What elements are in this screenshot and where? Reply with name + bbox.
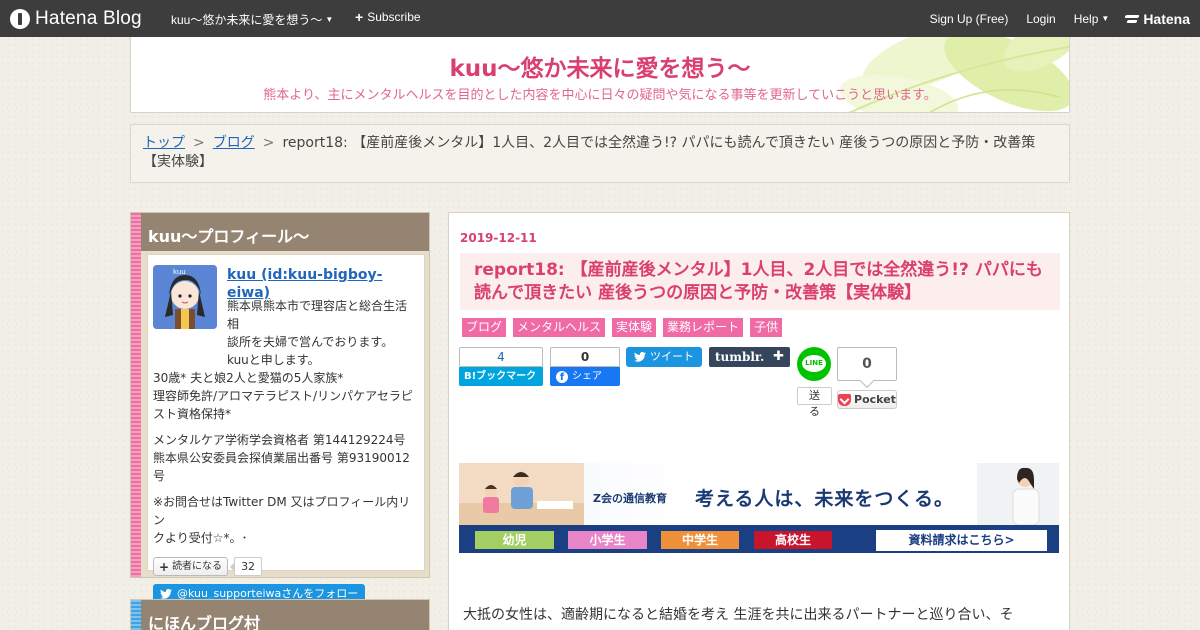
hatena-blog-logo-icon	[10, 9, 30, 29]
blog-village-heading: にほんブログ村	[141, 600, 429, 630]
breadcrumb-current: report18: 【産前産後メンタル】1人目、2人目では全然違う!? パパにも…	[143, 135, 1036, 170]
tweet-label: ツイート	[650, 350, 694, 363]
facebook-icon: f	[556, 370, 568, 383]
ad-tag[interactable]: 高校生	[754, 531, 832, 549]
blog-name-menu[interactable]: kuu～悠か未来に愛を想う～ ▼	[171, 11, 333, 28]
hatena-bookmark-share[interactable]: 4 B!ブックマーク	[459, 347, 543, 386]
plus-icon: +	[159, 559, 170, 574]
category-tag[interactable]: 実体験	[612, 318, 657, 337]
profile-line: スト資格保持*	[153, 407, 232, 421]
hatena-blog-logo[interactable]: Hatena Blog	[10, 7, 142, 31]
breadcrumb-category-link[interactable]: ブログ	[213, 135, 255, 151]
help-label: Help	[1073, 11, 1099, 26]
tumblr-label: tumblr.	[715, 350, 765, 364]
hatena-bookmark-button[interactable]: B!ブックマーク	[459, 367, 543, 386]
subscribe-button[interactable]: + Subscribe	[355, 10, 421, 24]
profile-heading: kuu～プロフィール～	[141, 213, 429, 251]
blog-title-banner: kuu～悠か未来に愛を想う～ 熊本より、主にメンタルヘルスを目的とした内容を中心…	[130, 37, 1070, 113]
blog-village-module: にほんブログ村	[130, 599, 430, 630]
caret-down-icon: ▼	[1101, 14, 1110, 23]
reader-row: + 読者になる 32	[153, 557, 418, 576]
breadcrumb-top-link[interactable]: トップ	[143, 135, 185, 151]
profile-name-link[interactable]: kuu (id:kuu-bigboy-eiwa)	[227, 266, 418, 302]
header-right-nav: Sign Up (Free) Login Help ▼ Hatena	[930, 0, 1190, 37]
hatena-logo[interactable]: Hatena	[1125, 11, 1190, 27]
subscribe-reader-button[interactable]: + 読者になる	[153, 557, 229, 576]
category-tag[interactable]: ブログ	[462, 318, 507, 337]
pocket-icon	[838, 393, 852, 406]
ad-banner[interactable]: Z会の通信教育 考える人は、未来をつくる。 幼児 小学生 中学生 高校生 資料請…	[459, 463, 1059, 553]
hatena-logo-text: Hatena	[1143, 10, 1190, 27]
subscribe-label: Subscribe	[367, 10, 421, 24]
ad-tag[interactable]: 幼児	[475, 531, 554, 549]
line-icon-text: LINE	[802, 355, 826, 372]
ad-headline: 考える人は、未来をつくる。	[695, 488, 955, 510]
ad-bottom-bar: 幼児 小学生 中学生 高校生 資料請求はこちら>	[459, 525, 1059, 553]
hatena-blog-logo-text: Hatena Blog	[35, 8, 142, 29]
module-stripe	[131, 213, 141, 577]
profile-line: 30歳* 夫と娘2人と愛猫の5人家族*	[153, 371, 344, 385]
license-line: 熊本県公安委員会探偵業届出番号 第93190012号	[153, 451, 410, 483]
ad-student-photo	[977, 463, 1059, 525]
ad-tag[interactable]: 小学生	[568, 531, 647, 549]
breadcrumb-separator: >	[193, 135, 205, 151]
avatar[interactable]: kuu	[153, 265, 217, 329]
license-line: メンタルケア学術学会資格者 第144129224号	[153, 433, 406, 447]
ad-tag[interactable]: 中学生	[661, 531, 739, 549]
line-share[interactable]: LINE 送る	[797, 347, 832, 419]
facebook-share[interactable]: 0 f シェア	[550, 347, 620, 386]
module-stripe	[131, 600, 141, 630]
signup-link[interactable]: Sign Up (Free)	[930, 12, 1009, 26]
ad-brand: Z会の通信教育	[593, 492, 667, 505]
reader-button-label: 読者になる	[172, 560, 223, 572]
facebook-share-count: 0	[550, 347, 620, 367]
tweet-button[interactable]: ツイート	[626, 347, 702, 367]
breadcrumb: トップ > ブログ > report18: 【産前産後メンタル】1人目、2人目では全然違…	[130, 124, 1070, 183]
contact-line: クより受付☆*。･	[153, 531, 248, 545]
tumblr-share-button[interactable]: tumblr. ✚	[709, 347, 790, 367]
login-link[interactable]: Login	[1026, 12, 1055, 26]
profile-description: 熊本県熊本市で理容店と総合生活相 談所を夫婦で営んでおります。 kuuと申します…	[153, 297, 418, 547]
ad-family-photo	[459, 463, 584, 525]
pocket-share[interactable]: 0 Pocket	[837, 347, 897, 409]
contact-line: ※お問合せはTwitter DM 又はプロフィール内リン	[153, 495, 411, 527]
profile-module: kuu～プロフィール～ kuu kuu (id:kuu-bigboy-eiwa)…	[130, 212, 430, 603]
profile-line: 談所を夫婦で営んでおります。	[227, 335, 394, 349]
help-menu[interactable]: Help ▼	[1074, 12, 1110, 26]
entry-title[interactable]: report18: 【産前産後メンタル】1人目、2人目では全然違う!? パパにも…	[460, 253, 1060, 310]
line-send-label[interactable]: 送る	[797, 387, 832, 418]
facebook-share-label: シェア	[572, 371, 602, 382]
caret-down-icon: ▼	[325, 15, 334, 24]
category-tag[interactable]: メンタルヘルス	[513, 318, 606, 337]
plus-icon: ✚	[773, 349, 784, 364]
category-list: ブログ メンタルヘルス 実体験 業務レポート 子供	[462, 318, 783, 337]
pocket-button[interactable]: Pocket	[837, 390, 897, 409]
entry-date[interactable]: 2019-12-11	[460, 231, 537, 245]
pocket-label: Pocket	[854, 393, 896, 406]
blog-title[interactable]: kuu～悠か未来に愛を想う～	[131, 49, 1069, 83]
hatena-mark-icon	[1125, 14, 1139, 24]
share-buttons: 4 B!ブックマーク 0 f シェア ツイート tumblr. ✚ LINE 送…	[459, 347, 1059, 419]
facebook-share-button[interactable]: f シェア	[550, 367, 620, 386]
line-icon[interactable]: LINE	[797, 347, 831, 381]
category-tag[interactable]: 子供	[750, 318, 783, 337]
entry-body: 大抵の女性は、適齢期になると結婚を考え 生涯を共に出来るパートナーと巡り合い、そ	[463, 607, 1014, 623]
ad-cta-button[interactable]: 資料請求はこちら>	[876, 530, 1047, 551]
reader-count: 32	[230, 557, 263, 576]
plus-icon: +	[355, 9, 364, 25]
avatar-text: kuu	[173, 268, 186, 276]
hatena-bookmark-count: 4	[459, 347, 543, 367]
blog-description: 熊本より、主にメンタルヘルスを目的とした内容を中心に日々の疑問や気になる事等を更…	[263, 88, 937, 103]
twitter-bird-icon	[160, 588, 172, 599]
category-tag[interactable]: 業務レポート	[663, 318, 744, 337]
profile-line: kuuと申します。	[227, 353, 320, 367]
profile-body: kuu kuu (id:kuu-bigboy-eiwa) 熊本県熊本市で理容店と…	[147, 254, 425, 603]
twitter-bird-icon	[634, 352, 646, 362]
global-header: Hatena Blog kuu～悠か未来に愛を想う～ ▼ + Subscribe…	[0, 0, 1200, 37]
blog-name-label: kuu～悠か未来に愛を想う～	[171, 13, 323, 27]
profile-line: 理容師免許/アロマテラピスト/リンパケアセラピ	[153, 389, 413, 403]
breadcrumb-separator: >	[262, 135, 275, 151]
pocket-count: 0	[837, 347, 897, 381]
article: 2019-12-11 report18: 【産前産後メンタル】1人目、2人目では…	[448, 212, 1070, 630]
